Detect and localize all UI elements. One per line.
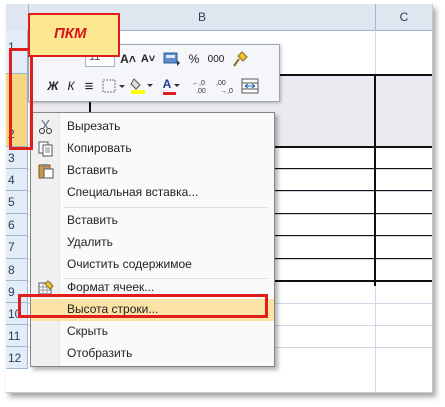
menu-item-copy[interactable]: Копировать [31, 138, 274, 160]
annotation-menu-box [18, 294, 268, 318]
menu-item-label: Удалить [67, 235, 113, 249]
row-header-6[interactable]: 6 [6, 214, 28, 236]
format-painter-icon[interactable] [231, 49, 251, 69]
menu-item-unhide[interactable]: Отобразить [31, 343, 274, 365]
row-header-12[interactable]: 12 [6, 347, 28, 369]
scissors-icon [38, 119, 54, 135]
menu-item-clear-contents[interactable]: Очистить содержимое [31, 254, 274, 276]
fill-color-icon[interactable] [129, 76, 155, 96]
menu-item-insert[interactable]: Вставить [31, 210, 274, 232]
shrink-font-icon[interactable]: A˅ [139, 49, 157, 69]
menu-separator [63, 207, 268, 208]
menu-item-label: Скрыть [67, 324, 108, 338]
bold-button[interactable]: Ж [45, 76, 61, 96]
menu-item-label: Специальная вставка... [67, 185, 199, 199]
svg-text:→,0: →,0 [220, 88, 233, 94]
menu-item-label: Копировать [67, 141, 132, 155]
accounting-format-icon[interactable] [161, 49, 183, 69]
svg-text:,00: ,00 [216, 80, 226, 87]
menu-item-delete[interactable]: Удалить [31, 232, 274, 254]
menu-item-label: Формат ячеек... [67, 280, 155, 294]
thousands-button[interactable]: 000 [205, 49, 227, 69]
merge-cells-icon[interactable] [239, 76, 261, 96]
context-menu: Вырезать Копировать Вставить Специальная… [30, 112, 275, 367]
menu-item-label: Отобразить [67, 346, 133, 360]
menu-item-paste-special[interactable]: Специальная вставка... [31, 182, 274, 204]
row-header-3[interactable]: 3 [6, 147, 28, 169]
paste-icon [38, 163, 54, 179]
column-header-c[interactable]: C [376, 4, 432, 30]
font-color-icon[interactable]: A [159, 76, 185, 96]
svg-text:.00: .00 [196, 88, 206, 94]
decrease-decimal-icon[interactable]: ,00 →,0 [215, 76, 237, 96]
annotation-callout: ПКМ [28, 13, 120, 57]
italic-button[interactable]: К [63, 76, 79, 96]
excel-window: B C 1 2 3 4 5 6 7 8 9 10 11 12 11 A˄ A˅ [6, 4, 433, 393]
font-color-swatch [163, 92, 176, 95]
annotation-rowheader-box [9, 48, 33, 150]
row-header-5[interactable]: 5 [6, 191, 28, 214]
row-header-11[interactable]: 11 [6, 325, 28, 347]
select-all-corner[interactable] [6, 4, 29, 30]
menu-item-cut[interactable]: Вырезать [31, 116, 274, 138]
menu-item-label: Вставить [67, 163, 118, 177]
percent-button[interactable]: % [187, 49, 201, 69]
menu-item-label: Очистить содержимое [67, 257, 192, 271]
row-header-8[interactable]: 8 [6, 259, 28, 281]
font-color-glyph: A [162, 77, 172, 91]
increase-decimal-icon[interactable]: ←,0.00 [191, 76, 213, 96]
menu-item-paste[interactable]: Вставить [31, 160, 274, 182]
grow-font-icon[interactable]: A˄ [119, 49, 137, 69]
table-border-mid [374, 74, 376, 286]
menu-item-label: Вставить [67, 213, 118, 227]
align-center-button[interactable]: ≡ [81, 76, 97, 96]
borders-icon[interactable] [101, 76, 127, 96]
copy-icon [38, 141, 54, 157]
svg-text:←,0: ←,0 [192, 80, 205, 87]
menu-item-label: Вырезать [67, 119, 121, 133]
row-header-7[interactable]: 7 [6, 236, 28, 259]
row-header-4[interactable]: 4 [6, 169, 28, 191]
menu-item-hide[interactable]: Скрыть [31, 321, 274, 343]
